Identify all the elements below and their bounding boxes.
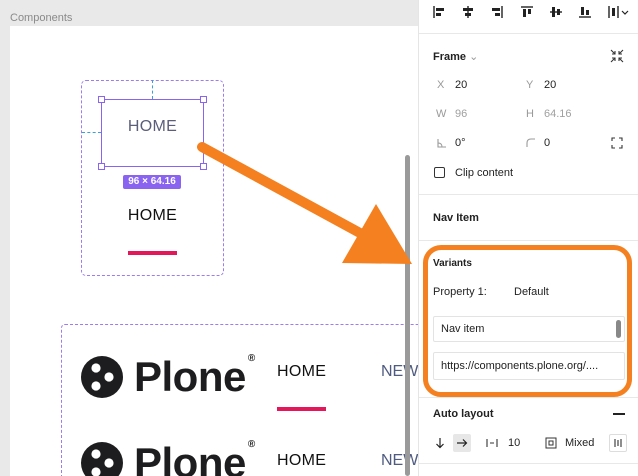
nav-item-section-title: Nav Item: [433, 212, 479, 224]
y-label: Y: [526, 79, 534, 91]
distribute-icon[interactable]: [605, 2, 631, 22]
spacing-guide-horizontal: [82, 132, 101, 133]
nav-item-active-label: HOME: [127, 207, 178, 224]
auto-layout-section-title: Auto layout: [433, 408, 494, 420]
design-canvas[interactable]: Components HOME 96 × 64.16 HOME Plone ® H…: [0, 0, 418, 476]
alignment-toolbar: [419, 0, 638, 34]
resize-handle-bottom-right[interactable]: [200, 163, 207, 170]
align-left-icon[interactable]: [429, 2, 449, 22]
alignment-settings-icon[interactable]: [609, 434, 627, 452]
remove-auto-layout-icon[interactable]: [613, 413, 625, 415]
variants-section-title: Variants: [433, 258, 472, 269]
align-vertical-center-icon[interactable]: [546, 2, 566, 22]
plone-logo-2: Plone ®: [80, 439, 255, 476]
property-1-label: Property 1:: [433, 286, 487, 298]
divider: [419, 240, 638, 241]
x-label: X: [437, 79, 445, 91]
clip-content-checkbox[interactable]: [434, 167, 445, 178]
header-nav-home-underline: [277, 407, 326, 411]
w-label: W: [436, 108, 447, 120]
independent-corners-icon[interactable]: [611, 137, 623, 152]
chevron-down-icon: ⌄: [469, 51, 479, 63]
selection-size-badge: 96 × 64.16: [123, 175, 181, 189]
property-1-select[interactable]: Default: [514, 286, 549, 298]
header-nav-home: HOME: [277, 363, 327, 380]
selected-nav-item-variant[interactable]: [101, 99, 204, 167]
plone-logo: Plone ®: [80, 353, 255, 400]
plone-logo-text: Plone ®: [134, 439, 255, 476]
w-input[interactable]: 96: [455, 108, 467, 120]
padding-input[interactable]: Mixed: [565, 437, 594, 449]
item-spacing-icon: [483, 434, 501, 452]
frame-label-components[interactable]: Components: [10, 12, 72, 24]
arrow-right-icon[interactable]: [453, 434, 471, 452]
canvas-scrollbar[interactable]: [405, 155, 410, 476]
clip-content-label: Clip content: [455, 167, 514, 179]
name-input-scrollbar[interactable]: [616, 320, 621, 338]
x-input[interactable]: 20: [455, 79, 467, 91]
divider: [419, 194, 638, 195]
plone-logo-text: Plone ®: [134, 353, 255, 400]
resize-handle-top-right[interactable]: [200, 96, 207, 103]
padding-icon: [542, 434, 560, 452]
corner-radius-icon: [526, 138, 536, 151]
arrow-down-icon[interactable]: [431, 434, 449, 452]
rotation-input[interactable]: 0°: [455, 137, 466, 149]
nav-item-active-underline: [128, 251, 177, 255]
align-right-icon[interactable]: [487, 2, 507, 22]
documentation-link-input[interactable]: https://components.plone.org/....: [433, 352, 625, 380]
resize-handle-bottom-left[interactable]: [98, 163, 105, 170]
y-input[interactable]: 20: [544, 79, 556, 91]
align-horizontal-center-icon[interactable]: [458, 2, 478, 22]
frame-section-title[interactable]: Frame ⌄: [433, 50, 478, 63]
header-nav-news: NEW: [381, 363, 418, 380]
spacing-guide-vertical: [152, 80, 153, 99]
collapse-frame-icon[interactable]: [609, 48, 625, 64]
h-label: H: [526, 108, 534, 120]
header-nav-news: NEW: [381, 452, 418, 469]
resize-handle-top-left[interactable]: [98, 96, 105, 103]
align-top-icon[interactable]: [517, 2, 537, 22]
divider: [419, 397, 638, 398]
h-input[interactable]: 64.16: [544, 108, 572, 120]
rotation-icon: [437, 138, 447, 151]
divider: [419, 463, 638, 464]
plone-logo-icon: [81, 356, 123, 398]
variant-name-input[interactable]: Nav item: [433, 316, 625, 342]
item-spacing-input[interactable]: 10: [508, 437, 520, 449]
corner-radius-input[interactable]: 0: [544, 137, 550, 149]
properties-panel: Frame ⌄ X 20 Y 20 W 96 H 64.16 0° 0 Clip…: [418, 0, 638, 476]
header-nav-home: HOME: [277, 452, 327, 469]
plone-logo-icon: [81, 442, 123, 476]
align-bottom-icon[interactable]: [575, 2, 595, 22]
